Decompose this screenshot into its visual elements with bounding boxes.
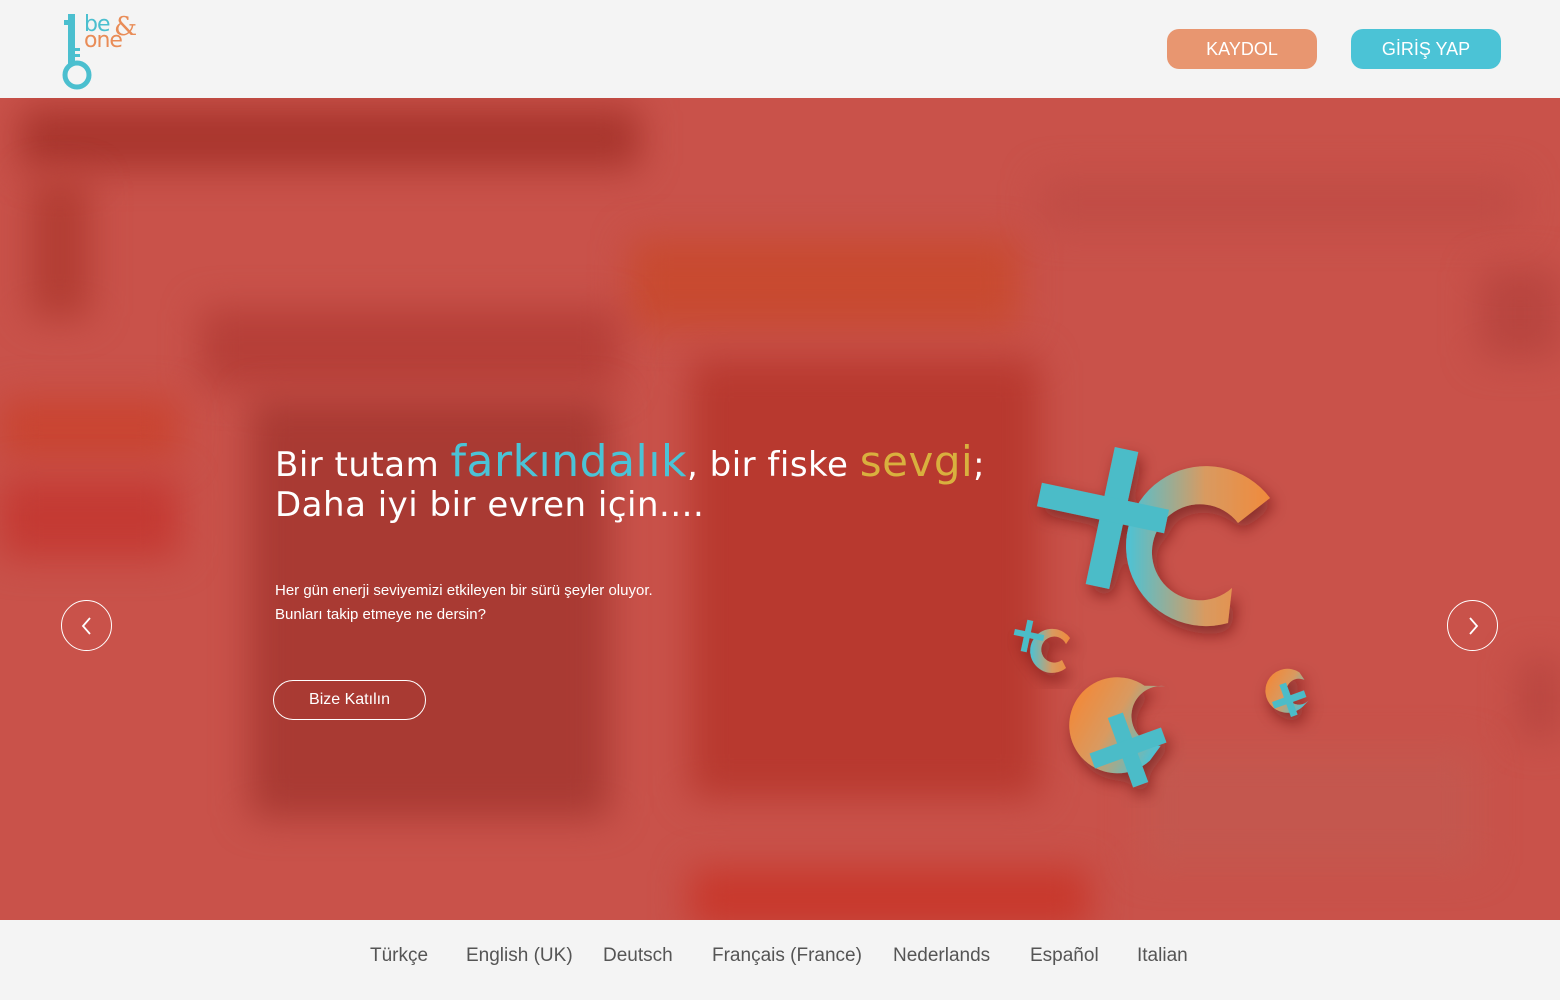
lang-italian[interactable]: Italian xyxy=(1137,945,1188,967)
hero-bg-shape xyxy=(1480,268,1560,358)
hero-bg-shape xyxy=(30,178,90,318)
subtext-line2: Bunları takip etmeye ne dersin? xyxy=(275,606,486,623)
login-button[interactable]: GİRİŞ YAP xyxy=(1351,29,1501,69)
hero-bg-shape xyxy=(690,358,1040,798)
lang-spanish[interactable]: Español xyxy=(1030,945,1099,967)
hero-bg-shape xyxy=(630,238,1020,328)
hero-bg-shape xyxy=(1040,178,1520,228)
hero-headline: Bir tutam farkındalık, bir fiske sevgi; … xyxy=(275,440,986,526)
hero-bg-shape xyxy=(0,398,180,458)
lang-german[interactable]: Deutsch xyxy=(603,945,673,967)
chevron-left-icon xyxy=(81,616,91,635)
lang-dutch[interactable]: Nederlands xyxy=(893,945,990,967)
headline-love: sevgi xyxy=(859,437,974,486)
headline-part3: ; xyxy=(973,445,986,485)
site-header: be one & KAYDOL GİRİŞ YAP xyxy=(0,0,1560,98)
emblem-medium xyxy=(1069,677,1167,788)
brand-emblem-icon xyxy=(1013,447,1309,788)
hero-slider: Bir tutam farkındalık, bir fiske sevgi; … xyxy=(0,98,1560,920)
chevron-right-icon xyxy=(1468,616,1478,635)
lang-french[interactable]: Français (France) xyxy=(712,945,862,967)
lang-turkish[interactable]: Türkçe xyxy=(370,945,428,967)
headline-part1: Bir tutam xyxy=(275,445,451,485)
emblem-small-left xyxy=(1013,619,1070,673)
logo-ampersand: & xyxy=(114,12,138,42)
headline-line2: Daha iyi bir evren için.... xyxy=(275,485,705,525)
headline-part2: , bir fiske xyxy=(687,445,860,485)
hero-bg-shape xyxy=(1520,658,1560,738)
register-button[interactable]: KAYDOL xyxy=(1167,29,1317,69)
subtext-line1: Her gün enerji seviyemizi etkileyen bir … xyxy=(275,582,653,599)
hero-bg-shape xyxy=(690,868,1090,920)
hero-bg-shape xyxy=(200,308,620,388)
emblem-small-right xyxy=(1265,668,1309,718)
brand-logo[interactable]: be one & xyxy=(58,12,138,90)
hero-bg-shape xyxy=(20,108,640,168)
headline-awareness: farkındalık xyxy=(450,436,687,487)
lang-english-uk[interactable]: English (UK) xyxy=(466,945,573,967)
slider-next-button[interactable] xyxy=(1447,600,1498,651)
emblem-large xyxy=(1036,447,1270,627)
join-button[interactable]: Bize Katılın xyxy=(273,680,426,720)
hero-subtext: Her gün enerji seviyemizi etkileyen bir … xyxy=(275,579,653,627)
hero-bg-shape xyxy=(0,478,180,558)
slider-prev-button[interactable] xyxy=(61,600,112,651)
